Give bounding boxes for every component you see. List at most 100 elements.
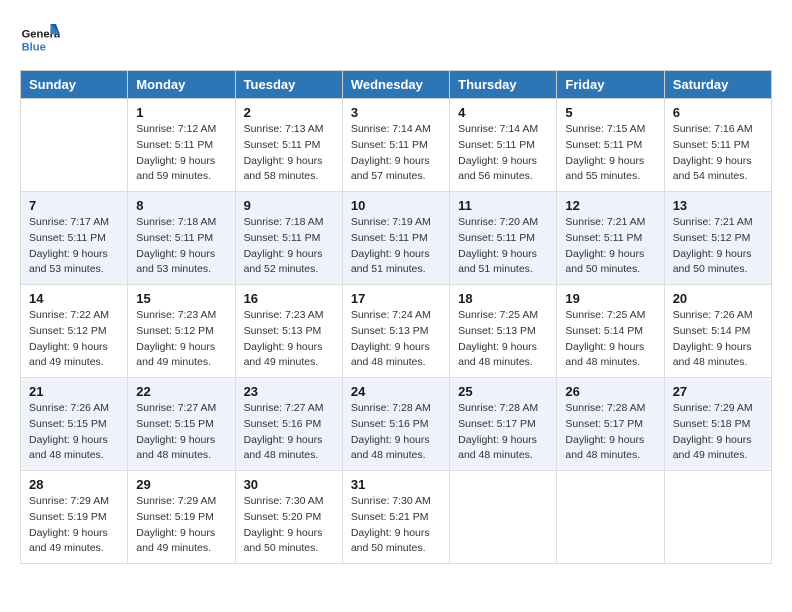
day-info: Sunrise: 7:17 AMSunset: 5:11 PMDaylight:… [29, 215, 119, 278]
day-number: 1 [136, 105, 226, 120]
day-number: 10 [351, 198, 441, 213]
calendar-cell [21, 99, 128, 192]
day-number: 18 [458, 291, 548, 306]
calendar-week-row: 14 Sunrise: 7:22 AMSunset: 5:12 PMDayligh… [21, 285, 772, 378]
weekday-header-wednesday: Wednesday [342, 71, 449, 99]
day-info: Sunrise: 7:23 AMSunset: 5:13 PMDaylight:… [244, 308, 334, 371]
day-number: 17 [351, 291, 441, 306]
day-number: 22 [136, 384, 226, 399]
calendar-cell: 6 Sunrise: 7:16 AMSunset: 5:11 PMDaylight… [664, 99, 771, 192]
day-number: 28 [29, 477, 119, 492]
calendar-cell: 27Sunrise: 7:29 AMSunset: 5:18 PMDayligh… [664, 378, 771, 471]
day-info: Sunrise: 7:19 AMSunset: 5:11 PMDaylight:… [351, 215, 441, 278]
calendar-cell [557, 471, 664, 564]
day-number: 7 [29, 198, 119, 213]
calendar-cell [664, 471, 771, 564]
day-number: 6 [673, 105, 763, 120]
day-info: Sunrise: 7:26 AMSunset: 5:15 PMDaylight:… [29, 401, 119, 464]
calendar-cell: 13Sunrise: 7:21 AMSunset: 5:12 PMDayligh… [664, 192, 771, 285]
day-info: Sunrise: 7:21 AMSunset: 5:12 PMDaylight:… [673, 215, 763, 278]
calendar-cell: 18 Sunrise: 7:25 AMSunset: 5:13 PMDayligh… [450, 285, 557, 378]
calendar-cell: 3 Sunrise: 7:14 AMSunset: 5:11 PMDaylight… [342, 99, 449, 192]
day-info: Sunrise: 7:29 AMSunset: 5:18 PMDaylight:… [673, 401, 763, 464]
day-number: 19 [565, 291, 655, 306]
weekday-header-saturday: Saturday [664, 71, 771, 99]
calendar-cell: 26 Sunrise: 7:28 AMSunset: 5:17 PMDayligh… [557, 378, 664, 471]
calendar-cell: 17 Sunrise: 7:24 AMSunset: 5:13 PMDayligh… [342, 285, 449, 378]
calendar-table: SundayMondayTuesdayWednesdayThursdayFrid… [20, 70, 772, 564]
day-info: Sunrise: 7:18 AMSunset: 5:11 PMDaylight:… [244, 215, 334, 278]
day-info: Sunrise: 7:23 AMSunset: 5:12 PMDaylight:… [136, 308, 226, 371]
calendar-week-row: 21 Sunrise: 7:26 AMSunset: 5:15 PMDayligh… [21, 378, 772, 471]
calendar-cell: 23Sunrise: 7:27 AMSunset: 5:16 PMDayligh… [235, 378, 342, 471]
day-info: Sunrise: 7:24 AMSunset: 5:13 PMDaylight:… [351, 308, 441, 371]
day-info: Sunrise: 7:30 AMSunset: 5:21 PMDaylight:… [351, 494, 441, 557]
day-number: 30 [244, 477, 334, 492]
calendar-cell: 9 Sunrise: 7:18 AMSunset: 5:11 PMDaylight… [235, 192, 342, 285]
day-info: Sunrise: 7:13 AMSunset: 5:11 PMDaylight:… [244, 122, 334, 185]
day-info: Sunrise: 7:26 AMSunset: 5:14 PMDaylight:… [673, 308, 763, 371]
day-number: 3 [351, 105, 441, 120]
calendar-cell: 5 Sunrise: 7:15 AMSunset: 5:11 PMDaylight… [557, 99, 664, 192]
day-number: 12 [565, 198, 655, 213]
svg-text:Blue: Blue [22, 41, 46, 53]
header: General Blue [20, 20, 772, 60]
weekday-header-thursday: Thursday [450, 71, 557, 99]
weekday-header-sunday: Sunday [21, 71, 128, 99]
day-info: Sunrise: 7:20 AMSunset: 5:11 PMDaylight:… [458, 215, 548, 278]
day-info: Sunrise: 7:29 AMSunset: 5:19 PMDaylight:… [136, 494, 226, 557]
day-info: Sunrise: 7:14 AMSunset: 5:11 PMDaylight:… [458, 122, 548, 185]
day-number: 21 [29, 384, 119, 399]
day-number: 2 [244, 105, 334, 120]
day-info: Sunrise: 7:14 AMSunset: 5:11 PMDaylight:… [351, 122, 441, 185]
day-number: 20 [673, 291, 763, 306]
day-number: 5 [565, 105, 655, 120]
day-info: Sunrise: 7:12 AMSunset: 5:11 PMDaylight:… [136, 122, 226, 185]
day-info: Sunrise: 7:28 AMSunset: 5:17 PMDaylight:… [565, 401, 655, 464]
calendar-cell: 31 Sunrise: 7:30 AMSunset: 5:21 PMDayligh… [342, 471, 449, 564]
calendar-week-row: 1 Sunrise: 7:12 AMSunset: 5:11 PMDaylight… [21, 99, 772, 192]
day-info: Sunrise: 7:21 AMSunset: 5:11 PMDaylight:… [565, 215, 655, 278]
logo-icon: General Blue [20, 20, 60, 60]
calendar-cell: 25 Sunrise: 7:28 AMSunset: 5:17 PMDayligh… [450, 378, 557, 471]
weekday-header-row: SundayMondayTuesdayWednesdayThursdayFrid… [21, 71, 772, 99]
calendar-cell: 4Sunrise: 7:14 AMSunset: 5:11 PMDaylight… [450, 99, 557, 192]
calendar-cell: 15 Sunrise: 7:23 AMSunset: 5:12 PMDayligh… [128, 285, 235, 378]
calendar-cell: 19Sunrise: 7:25 AMSunset: 5:14 PMDayligh… [557, 285, 664, 378]
weekday-header-friday: Friday [557, 71, 664, 99]
day-info: Sunrise: 7:28 AMSunset: 5:17 PMDaylight:… [458, 401, 548, 464]
calendar-cell: 7 Sunrise: 7:17 AMSunset: 5:11 PMDaylight… [21, 192, 128, 285]
day-number: 9 [244, 198, 334, 213]
calendar-cell: 20 Sunrise: 7:26 AMSunset: 5:14 PMDayligh… [664, 285, 771, 378]
day-info: Sunrise: 7:27 AMSunset: 5:16 PMDaylight:… [244, 401, 334, 464]
day-number: 29 [136, 477, 226, 492]
calendar-cell: 2 Sunrise: 7:13 AMSunset: 5:11 PMDaylight… [235, 99, 342, 192]
day-info: Sunrise: 7:16 AMSunset: 5:11 PMDaylight:… [673, 122, 763, 185]
weekday-header-monday: Monday [128, 71, 235, 99]
day-number: 15 [136, 291, 226, 306]
calendar-cell: 29 Sunrise: 7:29 AMSunset: 5:19 PMDayligh… [128, 471, 235, 564]
day-info: Sunrise: 7:27 AMSunset: 5:15 PMDaylight:… [136, 401, 226, 464]
calendar-cell: 12 Sunrise: 7:21 AMSunset: 5:11 PMDayligh… [557, 192, 664, 285]
day-number: 16 [244, 291, 334, 306]
calendar-cell: 16 Sunrise: 7:23 AMSunset: 5:13 PMDayligh… [235, 285, 342, 378]
day-info: Sunrise: 7:22 AMSunset: 5:12 PMDaylight:… [29, 308, 119, 371]
calendar-cell: 8Sunrise: 7:18 AMSunset: 5:11 PMDaylight… [128, 192, 235, 285]
day-number: 26 [565, 384, 655, 399]
calendar-cell: 22 Sunrise: 7:27 AMSunset: 5:15 PMDayligh… [128, 378, 235, 471]
calendar-cell: 24Sunrise: 7:28 AMSunset: 5:16 PMDayligh… [342, 378, 449, 471]
day-number: 14 [29, 291, 119, 306]
day-info: Sunrise: 7:30 AMSunset: 5:20 PMDaylight:… [244, 494, 334, 557]
calendar-week-row: 7 Sunrise: 7:17 AMSunset: 5:11 PMDaylight… [21, 192, 772, 285]
day-number: 25 [458, 384, 548, 399]
calendar-cell: 28Sunrise: 7:29 AMSunset: 5:19 PMDayligh… [21, 471, 128, 564]
day-number: 31 [351, 477, 441, 492]
day-info: Sunrise: 7:18 AMSunset: 5:11 PMDaylight:… [136, 215, 226, 278]
calendar-cell: 30 Sunrise: 7:30 AMSunset: 5:20 PMDayligh… [235, 471, 342, 564]
day-info: Sunrise: 7:25 AMSunset: 5:13 PMDaylight:… [458, 308, 548, 371]
day-info: Sunrise: 7:15 AMSunset: 5:11 PMDaylight:… [565, 122, 655, 185]
day-number: 24 [351, 384, 441, 399]
day-number: 11 [458, 198, 548, 213]
calendar-cell: 1 Sunrise: 7:12 AMSunset: 5:11 PMDaylight… [128, 99, 235, 192]
logo: General Blue [20, 20, 60, 60]
